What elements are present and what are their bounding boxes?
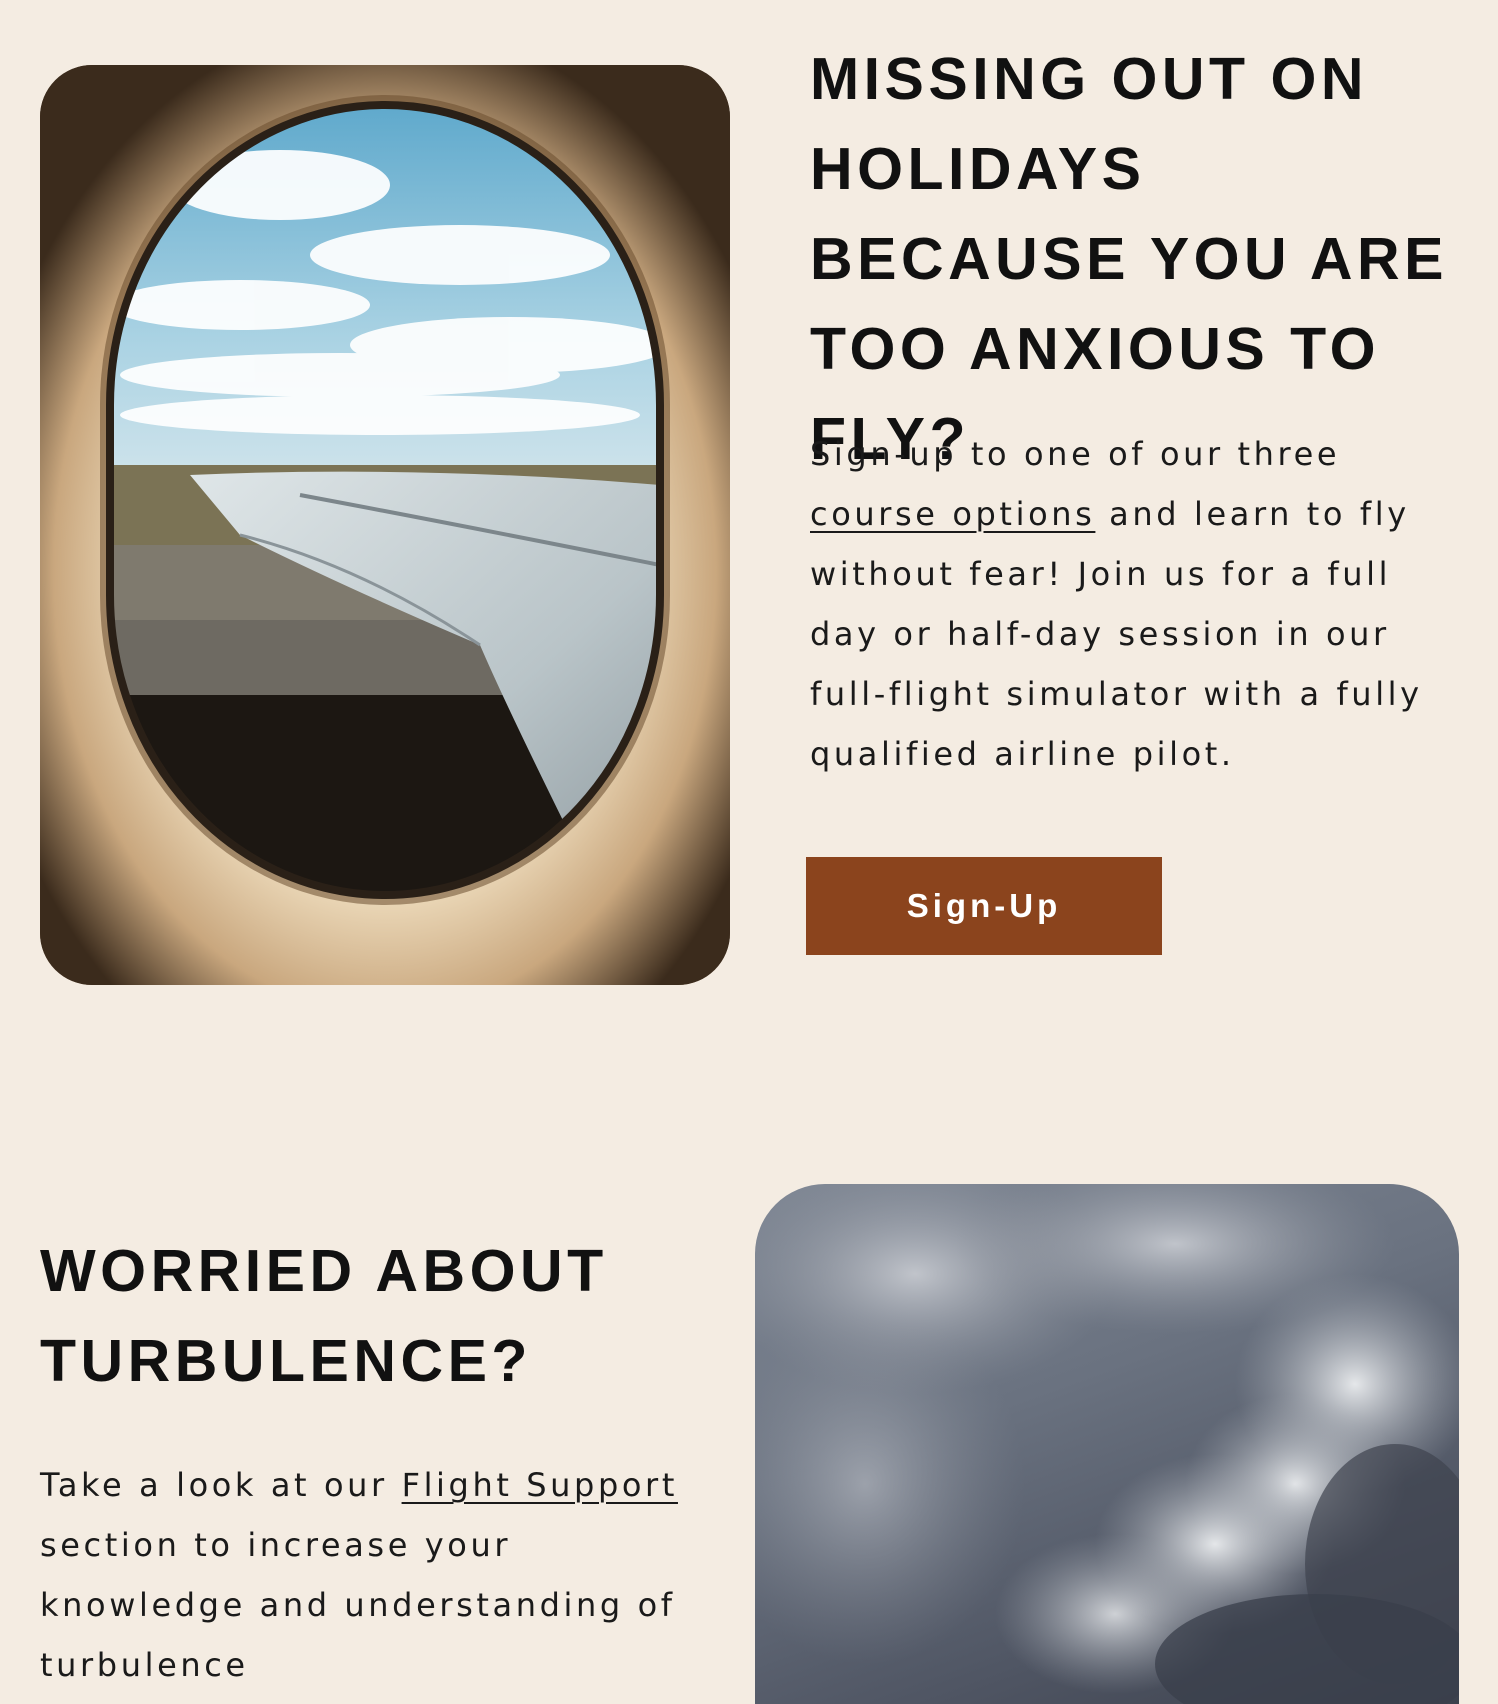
storm-clouds-image [755,1184,1459,1704]
turbulence-description: Take a look at our Flight Support sectio… [40,1455,680,1695]
description-text-end: and learn to fly without fear! Join us f… [810,495,1423,773]
fly-anxiety-heading: MISSING OUT ON HOLIDAYS BECAUSE YOU ARE … [810,46,1448,472]
sign-up-button[interactable]: Sign-Up [806,857,1162,955]
course-options-link[interactable]: course options [810,495,1095,533]
turbulence-heading: WORRIED ABOUT TURBULENCE? [40,1238,608,1394]
flight-support-link[interactable]: Flight Support [402,1466,678,1504]
description-text-start: Sign-up to one of our three [810,435,1341,473]
turbulence-text-start: Take a look at our [40,1466,402,1504]
fly-anxiety-description: Sign-up to one of our three course optio… [810,424,1470,784]
turbulence-text-end: section to increase your knowledge and u… [40,1526,676,1684]
airplane-window-image [40,65,730,985]
